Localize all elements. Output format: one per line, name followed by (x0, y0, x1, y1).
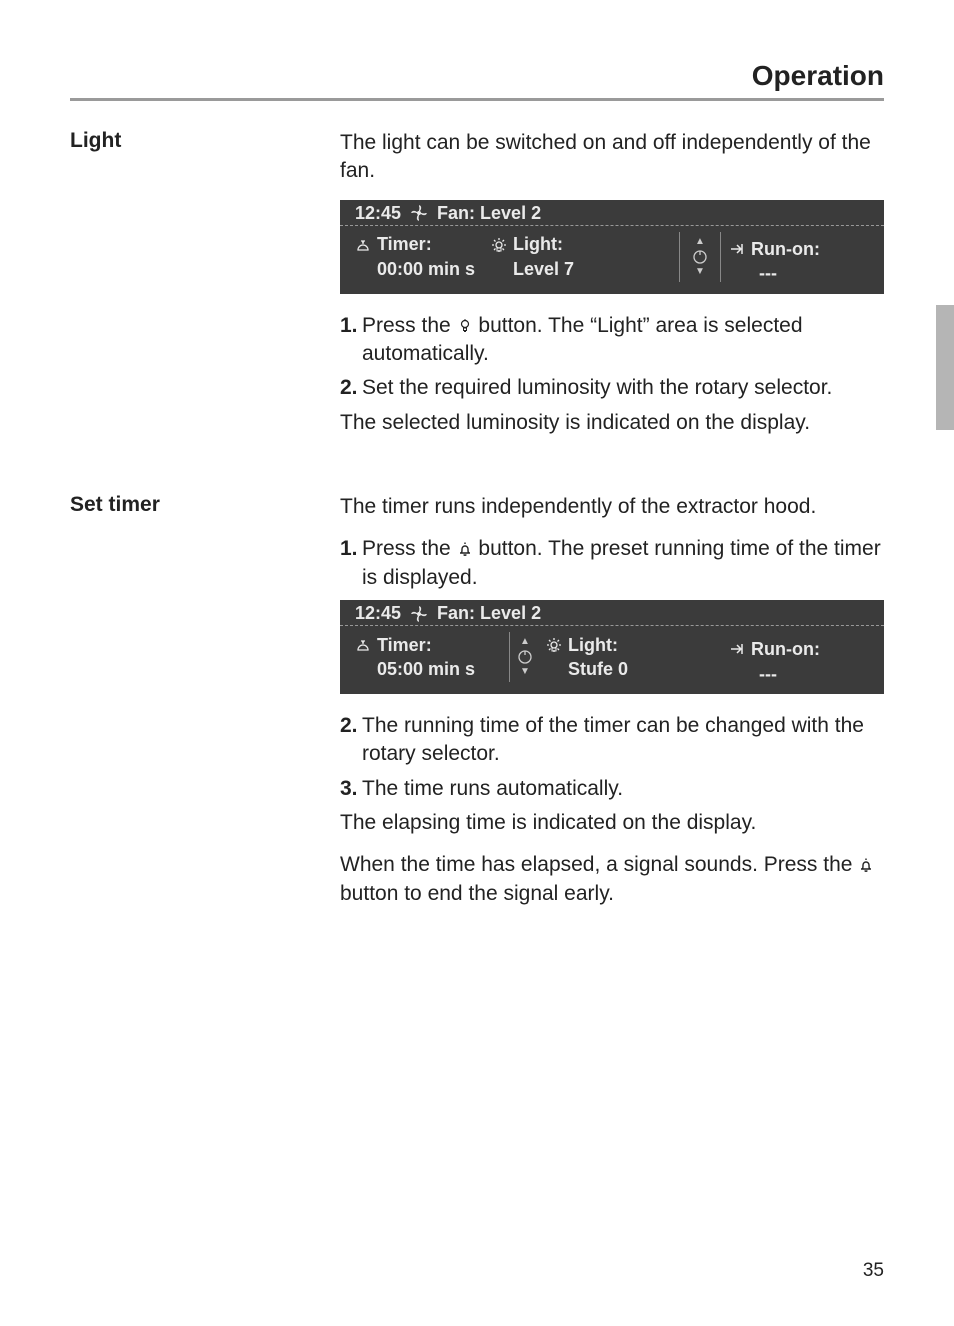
arrow-down-icon: ▼ (695, 267, 705, 277)
light-icon (546, 637, 562, 653)
timer-label: Timer: (377, 633, 432, 657)
step-number: 1. (340, 535, 362, 592)
light-value: Stufe 0 (546, 657, 729, 681)
text-fragment: Press the (362, 537, 457, 560)
arrow-down-icon: ▼ (520, 667, 530, 677)
timer-value: 05:00 min s (355, 657, 513, 681)
timer-icon (355, 237, 371, 253)
light-icon (491, 237, 507, 253)
step-number: 2. (340, 712, 362, 769)
display-time: 12:45 (355, 601, 401, 625)
knob-icon (517, 649, 533, 665)
timer-step3: The time runs automatically. (362, 775, 884, 803)
timer-step2: The running time of the timer can be cha… (362, 712, 884, 769)
side-tab (936, 305, 954, 430)
display-fan-label: Fan: Level 2 (437, 201, 541, 225)
page-number: 35 (863, 1260, 884, 1282)
timer-intro: The timer runs independently of the extr… (340, 493, 884, 521)
rotary-selector: ▲ ▼ (679, 232, 721, 282)
arrow-up-icon: ▲ (520, 637, 530, 647)
bell-icon (858, 857, 874, 873)
display-panel-timer: 12:45 Fan: Level 2 Timer: 05:00 min s ▲ (340, 600, 884, 694)
timer-outro1: The elapsing time is indicated on the di… (340, 809, 884, 837)
light-label: Light: (568, 633, 618, 657)
fan-icon (411, 606, 427, 622)
text-fragment: Press the (362, 314, 457, 337)
display-fan-label: Fan: Level 2 (437, 601, 541, 625)
timer-step1: Press the button. The preset running tim… (362, 535, 884, 592)
text-fragment: button to end the signal early. (340, 882, 614, 905)
light-outro: The selected luminosity is indicated on … (340, 409, 884, 437)
bell-icon (457, 541, 473, 557)
runon-icon (729, 241, 745, 257)
runon-value: --- (729, 261, 777, 285)
step-number: 3. (340, 775, 362, 803)
text-fragment: When the time has elapsed, a signal soun… (340, 853, 858, 876)
light-label: Light: (513, 232, 563, 256)
section-label-light: Light (70, 129, 340, 153)
light-step2: Set the required luminosity with the rot… (362, 374, 884, 402)
step-number: 2. (340, 374, 362, 402)
light-intro: The light can be switched on and off ind… (340, 129, 884, 186)
page-title: Operation (70, 60, 884, 92)
display-time: 12:45 (355, 201, 401, 225)
light-step1: Press the button. The “Light” area is se… (362, 312, 884, 369)
lamp-icon (457, 318, 473, 334)
rotary-selector: ▲ ▼ (509, 632, 540, 682)
runon-label: Run-on: (751, 637, 820, 661)
arrow-up-icon: ▲ (695, 237, 705, 247)
timer-label: Timer: (377, 232, 432, 256)
step-number: 1. (340, 312, 362, 369)
runon-value: --- (729, 662, 777, 686)
timer-outro2: When the time has elapsed, a signal soun… (340, 851, 884, 908)
knob-icon (692, 249, 708, 265)
runon-label: Run-on: (751, 237, 820, 261)
fan-icon (411, 205, 427, 221)
section-label-timer: Set timer (70, 493, 340, 517)
timer-value: 00:00 min s (355, 257, 491, 281)
runon-icon (729, 641, 745, 657)
header-rule (70, 98, 884, 101)
display-panel-light: 12:45 Fan: Level 2 Timer: 00:00 min s (340, 200, 884, 294)
timer-icon (355, 637, 371, 653)
light-value: Level 7 (491, 257, 671, 281)
